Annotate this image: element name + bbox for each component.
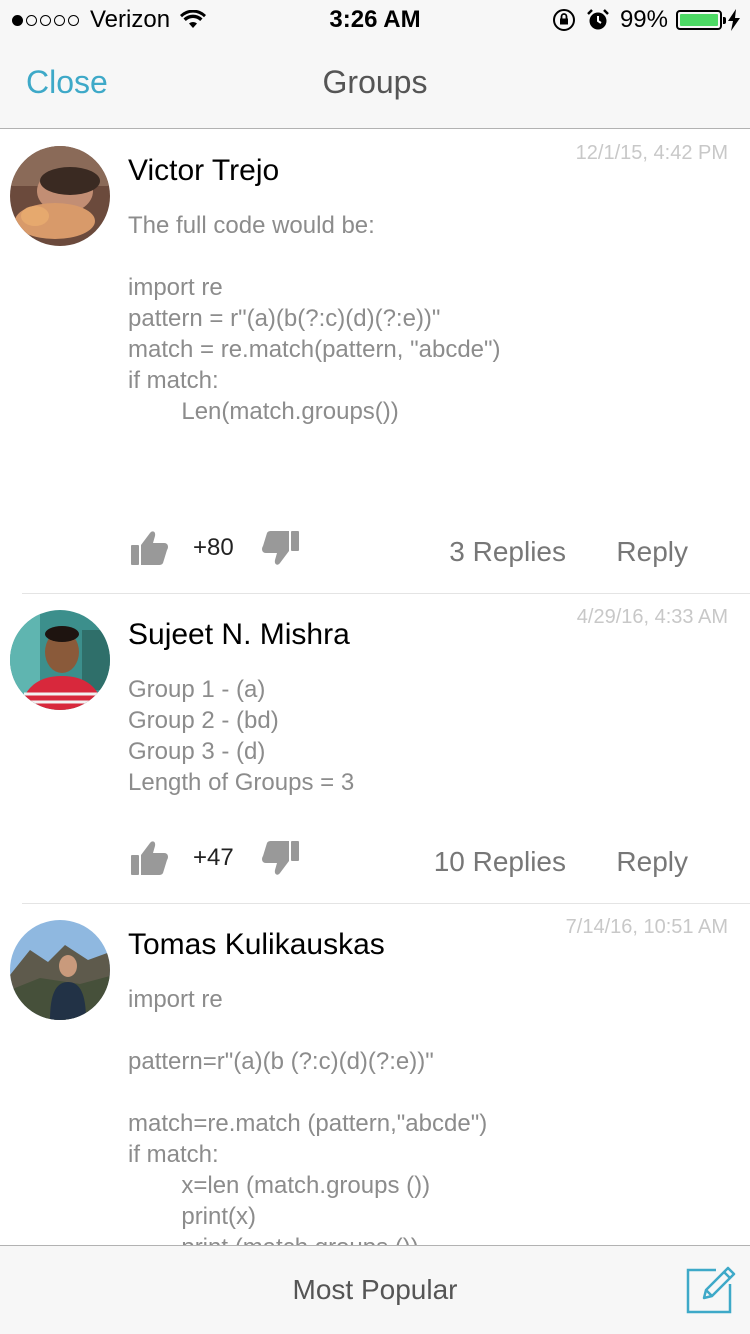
reply-button[interactable]: Reply	[616, 846, 688, 878]
battery-icon	[676, 10, 726, 30]
comment-item: Sujeet N. Mishra 4/29/16, 4:33 AM Group …	[0, 594, 750, 904]
vote-score: +80	[193, 534, 234, 561]
comment-author[interactable]: Sujeet N. Mishra	[128, 618, 350, 652]
replies-link[interactable]: 10 Replies	[434, 846, 566, 878]
status-bar-right: 99%	[552, 6, 740, 34]
bottom-bar: Most Popular	[0, 1245, 750, 1334]
nav-bar: Close Groups	[0, 40, 750, 129]
reply-button[interactable]: Reply	[616, 536, 688, 568]
comment-body: The full code would be: import re patter…	[128, 212, 501, 425]
compose-icon[interactable]	[686, 1264, 736, 1314]
comment-body: import re pattern=r"(a)(b (?:c)(d)(?:e))…	[128, 986, 488, 1245]
sort-selector[interactable]: Most Popular	[0, 1274, 750, 1306]
comment-body: Group 1 - (a) Group 2 - (bd) Group 3 - (…	[128, 676, 355, 796]
replies-link[interactable]: 3 Replies	[449, 536, 566, 568]
comment-timestamp: 7/14/16, 10:51 AM	[565, 916, 728, 938]
comment-author[interactable]: Tomas Kulikauskas	[128, 928, 385, 962]
page-title: Groups	[322, 64, 428, 100]
comment-timestamp: 12/1/15, 4:42 PM	[575, 142, 728, 164]
thumbs-down-icon[interactable]	[260, 838, 300, 878]
comment-item: Tomas Kulikauskas 7/14/16, 10:51 AM impo…	[0, 904, 750, 1245]
vote-score: +47	[193, 844, 234, 871]
avatar[interactable]	[10, 920, 110, 1020]
alarm-icon	[587, 9, 609, 30]
avatar[interactable]	[10, 146, 110, 246]
thumbs-up-icon[interactable]	[130, 838, 170, 878]
rotation-lock-icon	[552, 9, 575, 31]
thumbs-up-icon[interactable]	[130, 528, 170, 568]
comment-author[interactable]: Victor Trejo	[128, 154, 279, 188]
battery-percent: 99%	[619, 6, 668, 33]
comment-item: Victor Trejo 12/1/15, 4:42 PM The full c…	[0, 130, 750, 594]
battery-level-fill	[680, 14, 718, 26]
avatar[interactable]	[10, 610, 110, 710]
charging-bolt-icon	[728, 9, 740, 31]
comment-timestamp: 4/29/16, 4:33 AM	[576, 606, 728, 628]
thumbs-down-icon[interactable]	[260, 528, 300, 568]
status-bar: Verizon 3:26 AM 99%	[0, 0, 750, 40]
